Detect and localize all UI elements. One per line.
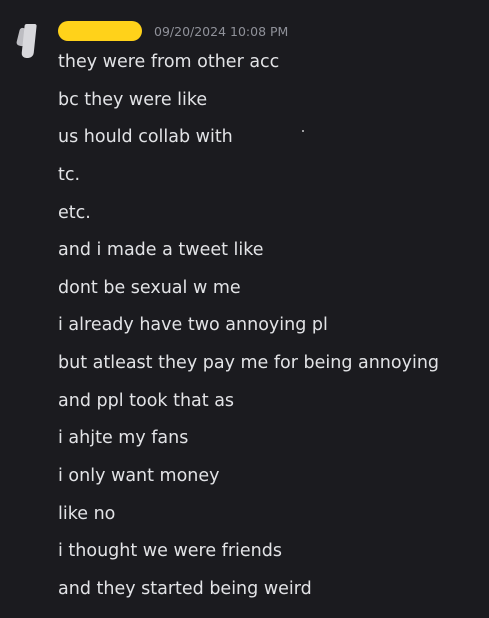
message-line: us hould collab with [58,127,233,148]
message-line: bc they were like [58,89,208,110]
message-lines: they were from other acc bc they were li… [58,49,439,614]
username-redacted[interactable] [58,21,142,41]
message-line: tc. [58,164,81,185]
chat-message: 09/20/2024 10:08 PM they were from other… [0,0,489,618]
message-line: etc. [58,202,91,223]
message-line: and i made a tweet like [58,240,264,261]
message-line: and ppl took that as [58,390,235,411]
avatar-figure [21,24,37,58]
message-line: but atleast they pay me for being annoyi… [58,353,440,374]
message-line: i already have two annoying pl [58,315,328,336]
message-header: 09/20/2024 10:08 PM [58,19,288,43]
message-line: and they started being weird [58,578,312,599]
message-line: i only want money [58,466,220,487]
message-line: i thought we were friends [58,541,282,562]
message-line: i ahjte my fans [58,428,189,449]
message-line: they were from other acc [58,52,280,72]
avatar[interactable] [14,20,48,68]
message-line: dont be sexual w me [58,277,241,298]
message-timestamp: 09/20/2024 10:08 PM [154,23,289,39]
stray-mark [302,130,304,132]
message-line: like no [58,503,116,524]
